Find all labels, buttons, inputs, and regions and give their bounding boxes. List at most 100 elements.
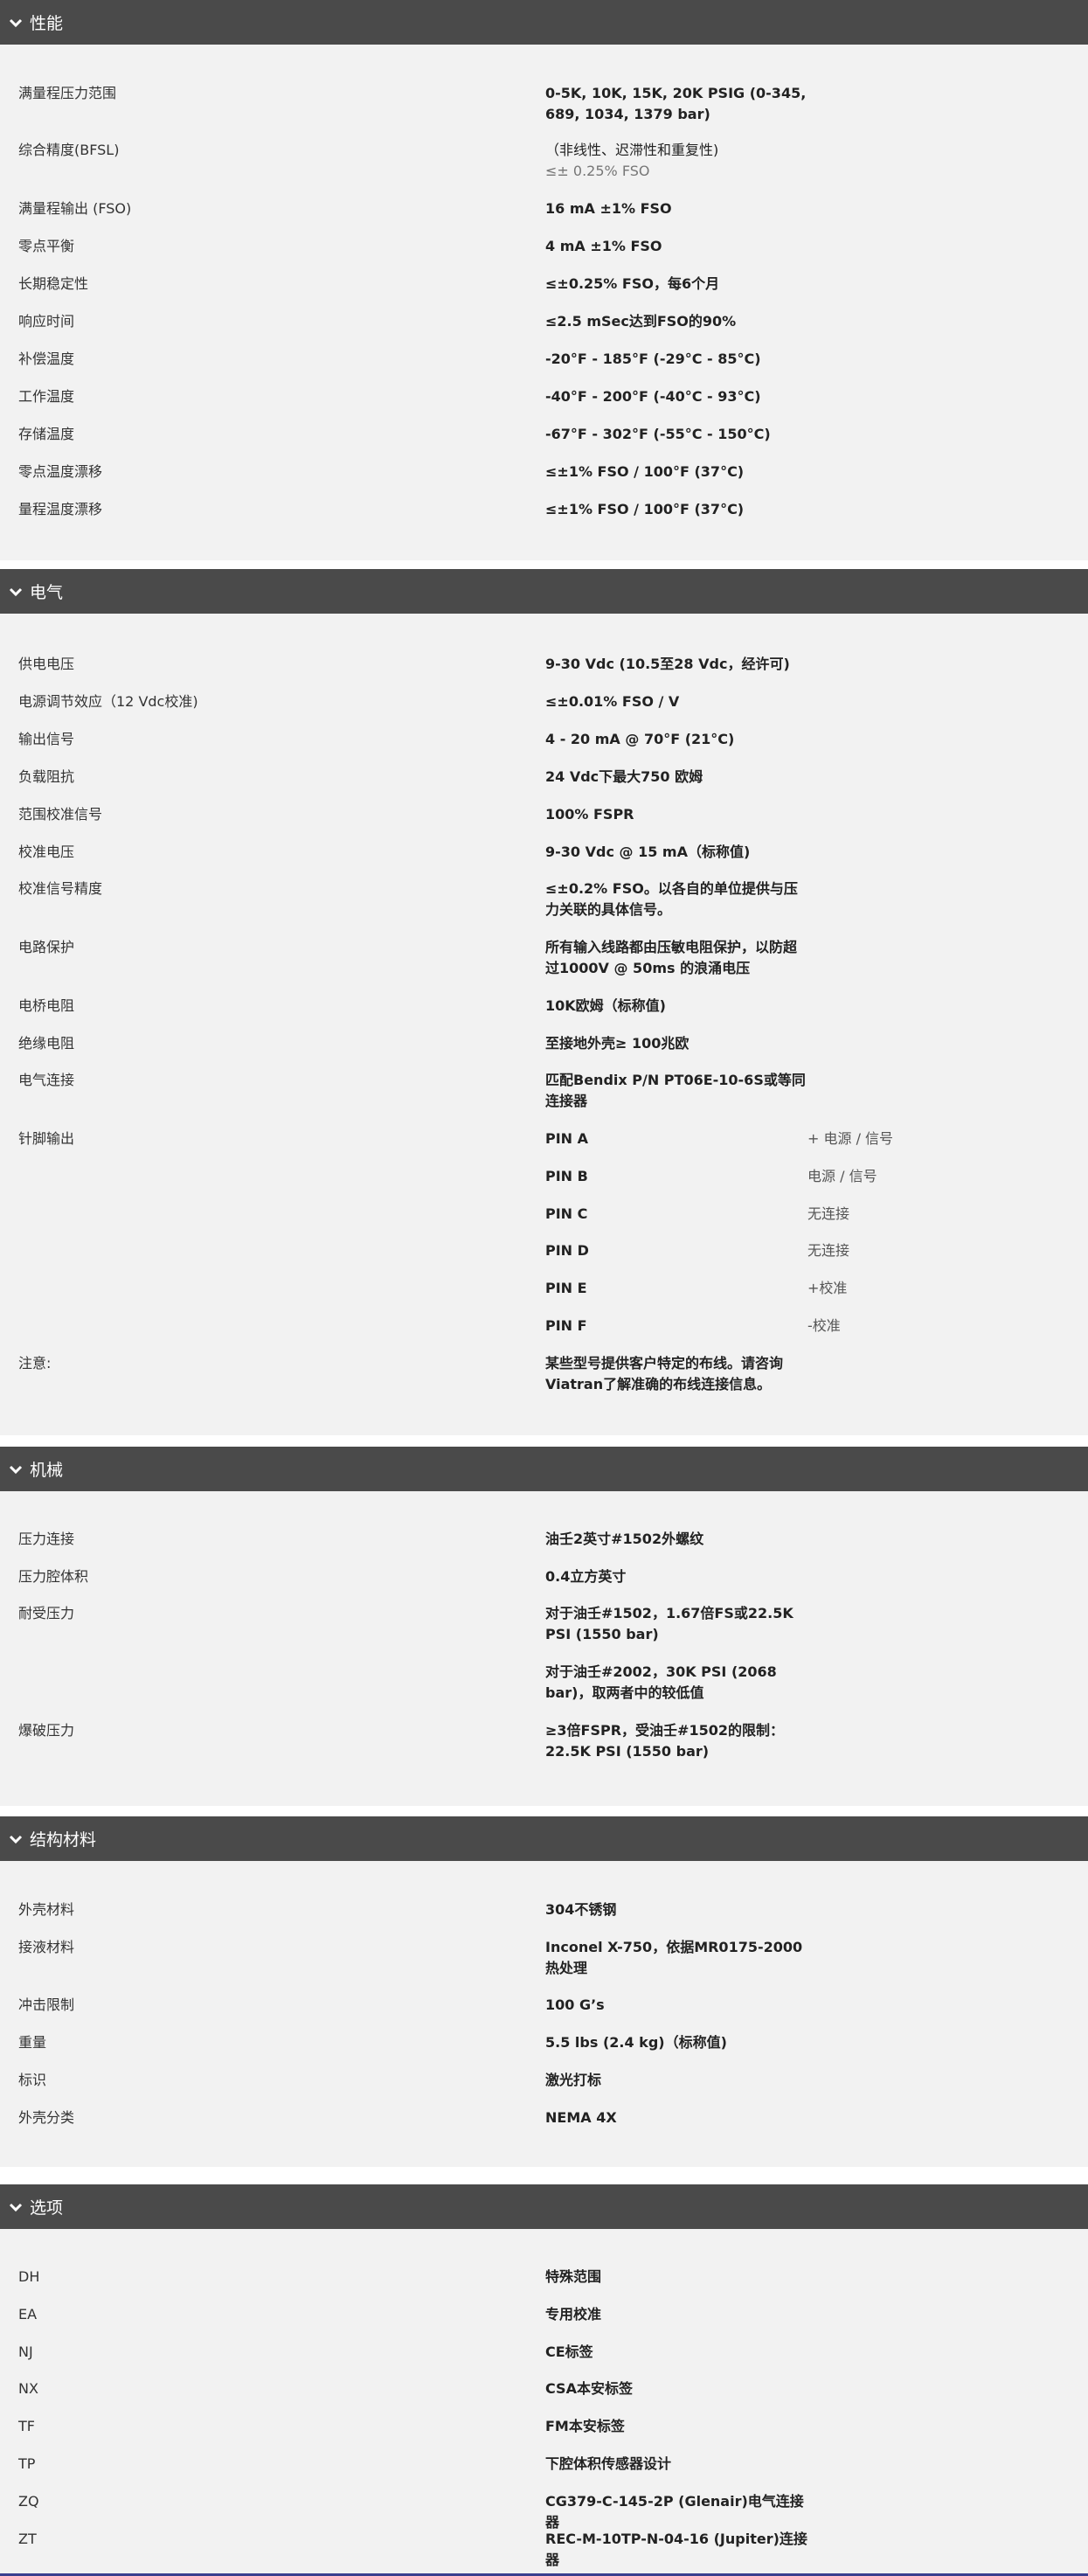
spec-value: 10K欧姆（标称值) bbox=[545, 997, 666, 1014]
pin-desc: -校准 bbox=[807, 1317, 841, 1334]
spec-value: -67°F - 302°F (-55°C - 150°C) bbox=[545, 426, 771, 442]
spec-value: 油壬2英寸#1502外螺纹 bbox=[545, 1531, 704, 1547]
pin-name: PIN F bbox=[545, 1317, 587, 1334]
option-desc: CSA本安标签 bbox=[545, 2380, 633, 2397]
section-panel: 外壳材料 304不锈钢 接液材料 Inconel X-750，依据MR0175-… bbox=[0, 1861, 1088, 2167]
section-panel: 满量程压力范围 0-5K, 10K, 15K, 20K PSIG (0-345,… bbox=[0, 45, 1088, 560]
chevron-down-icon bbox=[9, 1835, 23, 1843]
option-code: NX bbox=[18, 2380, 38, 2397]
spec-label: 绝缘电阻 bbox=[18, 1035, 75, 1052]
spec-value: 9-30 Vdc @ 15 mA（标称值) bbox=[545, 844, 751, 860]
chevron-down-icon bbox=[9, 1465, 23, 1474]
spec-value: 激光打标 bbox=[545, 2072, 602, 2088]
spec-value: 4 - 20 mA @ 70°F (21°C) bbox=[545, 731, 735, 747]
pin-desc: + 电源 / 信号 bbox=[807, 1130, 894, 1147]
spec-value: -20°F - 185°F (-29°C - 85°C) bbox=[545, 351, 761, 367]
spec-label: 零点平衡 bbox=[18, 238, 75, 254]
section-panel: DH 特殊范围 EA 专用校准 NJ CE标签 NX CSA本安标签 TF FM… bbox=[0, 2229, 1088, 2573]
section-panel: 压力连接 油壬2英寸#1502外螺纹 压力腔体积 0.4立方英寸 耐受压力 对于… bbox=[0, 1491, 1088, 1806]
option-desc: 下腔体积传感器设计 bbox=[545, 2455, 672, 2472]
spec-label: 满量程压力范围 bbox=[18, 85, 117, 101]
pin-name: PIN A bbox=[545, 1130, 589, 1147]
spec-value: Inconel X-750，依据MR0175-2000热处理 bbox=[545, 1939, 803, 1976]
option-code: NJ bbox=[18, 2343, 33, 2360]
option-code: EA bbox=[18, 2306, 38, 2323]
spec-value: 对于油壬#1502，1.67倍FS或22.5K PSI (1550 bar) bbox=[545, 1605, 793, 1642]
spec-value: ≤2.5 mSec达到FSO的90% bbox=[545, 313, 737, 330]
pin-name: PIN E bbox=[545, 1280, 587, 1296]
spec-label: 响应时间 bbox=[18, 313, 75, 330]
option-code: DH bbox=[18, 2268, 40, 2285]
spec-value: （非线性、迟滞性和重复性) bbox=[545, 142, 719, 158]
section-materials: 结构材料 外壳材料 304不锈钢 接液材料 Inconel X-750，依据MR… bbox=[0, 1816, 1088, 2167]
spec-label: 针脚输出 bbox=[18, 1130, 75, 1147]
section-title: 性能 bbox=[30, 14, 64, 33]
option-code: ZT bbox=[18, 2531, 37, 2547]
spec-value: 某些型号提供客户特定的布线。请咨询Viatran了解准确的布线连接信息。 bbox=[545, 1355, 784, 1392]
spec-value-group: （非线性、迟滞性和重复性) ≤± 0.25% FSO bbox=[545, 140, 807, 182]
spec-label: 存储温度 bbox=[18, 426, 75, 442]
spec-label: 外壳分类 bbox=[18, 2109, 75, 2126]
section-header-options[interactable]: 选项 bbox=[0, 2184, 1088, 2229]
section-header-materials[interactable]: 结构材料 bbox=[0, 1816, 1088, 1861]
section-panel: 供电电压 9-30 Vdc (10.5至28 Vdc，经许可) 电源调节效应（1… bbox=[0, 614, 1088, 1435]
spec-label: 压力腔体积 bbox=[18, 1568, 89, 1585]
spec-value: NEMA 4X bbox=[545, 2109, 617, 2126]
spec-label: 负载阻抗 bbox=[18, 768, 75, 785]
spec-label: 综合精度(BFSL) bbox=[18, 142, 120, 158]
section-electrical: 电气 供电电压 9-30 Vdc (10.5至28 Vdc，经许可) 电源调节效… bbox=[0, 569, 1088, 1435]
spec-label: 耐受压力 bbox=[18, 1605, 75, 1621]
spec-value: 5.5 lbs (2.4 kg)（标称值) bbox=[545, 2034, 727, 2051]
option-desc: 专用校准 bbox=[545, 2306, 602, 2323]
spec-value: 匹配Bendix P/N PT06E-10-6S或等同连接器 bbox=[545, 1072, 806, 1109]
option-code: ZQ bbox=[18, 2493, 39, 2510]
chevron-down-icon bbox=[9, 587, 23, 596]
spec-label: 外壳材料 bbox=[18, 1901, 75, 1918]
option-desc: REC-M-10TP-N-04-16 (Jupiter)连接器 bbox=[545, 2531, 807, 2568]
section-title: 结构材料 bbox=[30, 1830, 97, 1850]
chevron-down-icon bbox=[9, 18, 23, 27]
option-desc: CG379-C-145-2P (Glenair)电气连接器 bbox=[545, 2493, 804, 2531]
spec-label: 范围校准信号 bbox=[18, 806, 103, 823]
section-mechanical: 机械 压力连接 油壬2英寸#1502外螺纹 压力腔体积 0.4立方英寸 耐受压力… bbox=[0, 1447, 1088, 1806]
chevron-down-icon bbox=[9, 2203, 23, 2211]
section-title: 机械 bbox=[30, 1461, 64, 1480]
section-header-mechanical[interactable]: 机械 bbox=[0, 1447, 1088, 1491]
option-desc: CE标签 bbox=[545, 2343, 593, 2360]
spec-label: 注意: bbox=[18, 1355, 52, 1371]
pin-name: PIN B bbox=[545, 1168, 588, 1184]
option-desc: FM本安标签 bbox=[545, 2418, 625, 2434]
spec-label: 接液材料 bbox=[18, 1939, 75, 1955]
spec-label: 输出信号 bbox=[18, 731, 75, 747]
spec-value-secondary: 对于油壬#2002，30K PSI (2068 bar)，取两者中的较低值 bbox=[545, 1663, 777, 1701]
section-header-performance[interactable]: 性能 bbox=[0, 0, 1088, 45]
spec-value: ≤±1% FSO / 100°F (37°C) bbox=[545, 501, 745, 517]
pin-desc: 无连接 bbox=[807, 1242, 850, 1259]
spec-label: 标识 bbox=[18, 2072, 47, 2088]
pin-desc: +校准 bbox=[807, 1280, 848, 1296]
pin-desc: 电源 / 信号 bbox=[807, 1168, 877, 1184]
spec-value: 所有输入线路都由压敏电阻保护，以防超过1000V @ 50ms 的浪涌电压 bbox=[545, 939, 798, 976]
spec-value: ≥3倍FSPR，受油壬#1502的限制：22.5K PSI (1550 bar) bbox=[545, 1722, 784, 1760]
spec-value: 至接地外壳≥ 100兆欧 bbox=[545, 1035, 690, 1052]
spec-label: 电桥电阻 bbox=[18, 997, 75, 1014]
spec-label: 校准信号精度 bbox=[18, 880, 103, 897]
option-desc: 特殊范围 bbox=[545, 2268, 602, 2285]
spec-value: 16 mA ±1% FSO bbox=[545, 200, 672, 217]
spec-label: 电源调节效应（12 Vdc校准) bbox=[18, 693, 198, 710]
spec-label: 量程温度漂移 bbox=[18, 501, 103, 517]
spec-label: 重量 bbox=[18, 2034, 47, 2051]
spec-label: 长期稳定性 bbox=[18, 275, 89, 292]
section-options: 选项 DH 特殊范围 EA 专用校准 NJ CE标签 NX CSA本安标签 TF… bbox=[0, 2184, 1088, 2573]
pin-desc: 无连接 bbox=[807, 1205, 850, 1222]
spec-value: ≤±1% FSO / 100°F (37°C) bbox=[545, 463, 745, 480]
spec-label: 校准电压 bbox=[18, 844, 75, 860]
option-code: TP bbox=[18, 2455, 36, 2472]
spec-value: 0-5K, 10K, 15K, 20K PSIG (0-345, 689, 10… bbox=[545, 85, 807, 122]
option-code: TF bbox=[18, 2418, 35, 2434]
pin-name: PIN C bbox=[545, 1205, 588, 1222]
section-header-electrical[interactable]: 电气 bbox=[0, 569, 1088, 614]
pin-name: PIN D bbox=[545, 1242, 589, 1259]
spec-value: 304不锈钢 bbox=[545, 1901, 617, 1918]
spec-label: 电气连接 bbox=[18, 1072, 75, 1088]
